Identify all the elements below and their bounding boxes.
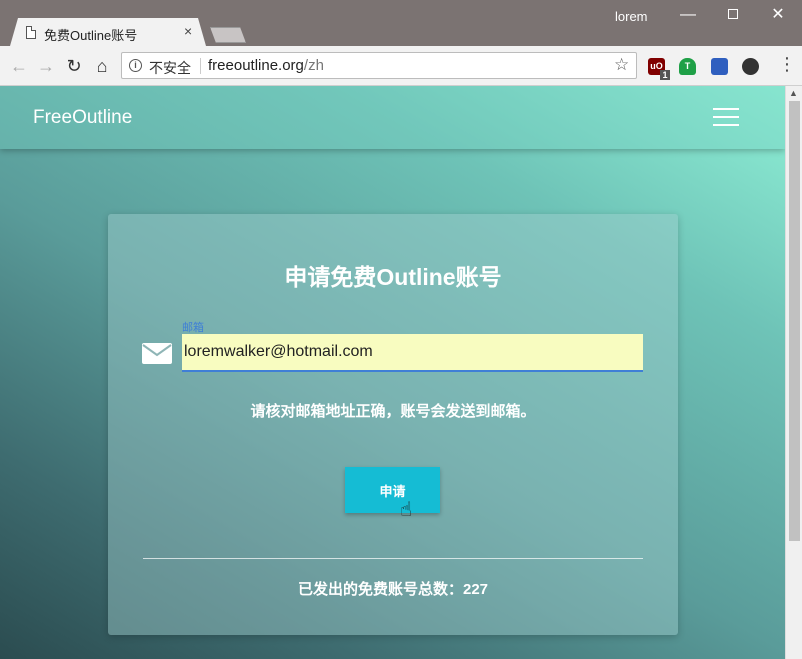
maximize-icon [728, 9, 738, 19]
tab-title: 免费Outline账号 [44, 28, 138, 43]
browser-menu-icon[interactable]: ⋮ [778, 54, 796, 75]
tampermonkey-extension-icon[interactable]: T [679, 58, 696, 75]
close-window-button[interactable]: ✕ [763, 4, 793, 26]
divider [143, 558, 643, 559]
signup-card: 申请免费Outline账号 邮箱 请核对邮箱地址正确，账号会发送到邮箱。 申请 … [108, 214, 678, 635]
browser-tab[interactable]: 免费Outline账号 × [10, 18, 206, 46]
ghostery-extension-icon[interactable] [742, 58, 759, 75]
back-button[interactable]: ← [8, 55, 30, 77]
document-icon [26, 26, 36, 39]
page-viewport: FreeOutline 申请免费Outline账号 邮箱 请核对邮箱地址正确，账… [0, 86, 785, 659]
email-field[interactable] [182, 334, 643, 372]
maximize-button[interactable] [718, 4, 748, 26]
ublock-badge: 1 [660, 70, 670, 80]
forward-button[interactable]: → [35, 55, 57, 77]
profile-name[interactable]: lorem [615, 9, 648, 24]
vertical-scrollbar[interactable]: ▲ [785, 86, 802, 659]
reload-button[interactable]: ↻ [63, 55, 85, 77]
url-path: /zh [303, 57, 324, 74]
browser-toolbar: ← → ↻ ⌂ i 不安全 freeoutline.org/zh ☆ uO 1 … [0, 46, 802, 86]
address-bar[interactable]: i 不安全 freeoutline.org/zh ☆ [121, 52, 637, 79]
tab-close-icon[interactable]: × [184, 23, 192, 39]
hint-text: 请核对邮箱地址正确，账号会发送到邮箱。 [250, 403, 536, 420]
bookmark-star-icon[interactable]: ☆ [614, 55, 629, 75]
site-header: FreeOutline [0, 86, 785, 149]
scroll-up-icon[interactable]: ▲ [789, 88, 798, 98]
window-titlebar: 免费Outline账号 × lorem — ✕ [0, 0, 802, 46]
security-label[interactable]: 不安全 [149, 58, 191, 78]
email-label: 邮箱 [182, 322, 204, 334]
new-tab-button[interactable] [210, 27, 246, 43]
scroll-thumb[interactable] [789, 101, 800, 541]
info-icon[interactable]: i [129, 59, 142, 72]
ublock-extension-icon[interactable]: uO 1 [648, 58, 670, 80]
apply-button[interactable]: 申请 [345, 467, 440, 513]
url-text[interactable]: freeoutline.org/zh [208, 57, 324, 74]
home-button[interactable]: ⌂ [91, 55, 113, 77]
site-brand[interactable]: FreeOutline [33, 107, 132, 129]
hamburger-menu-icon[interactable] [713, 108, 739, 126]
save-extension-icon[interactable] [711, 58, 728, 75]
divider [200, 58, 201, 74]
envelope-icon [142, 343, 172, 364]
url-host: freeoutline.org [208, 57, 304, 74]
page-title: 申请免费Outline账号 [284, 264, 502, 290]
account-count: 已发出的免费账号总数：227 [297, 581, 489, 598]
minimize-button[interactable]: — [673, 4, 703, 26]
hand-cursor-icon: ☝ [400, 499, 413, 521]
